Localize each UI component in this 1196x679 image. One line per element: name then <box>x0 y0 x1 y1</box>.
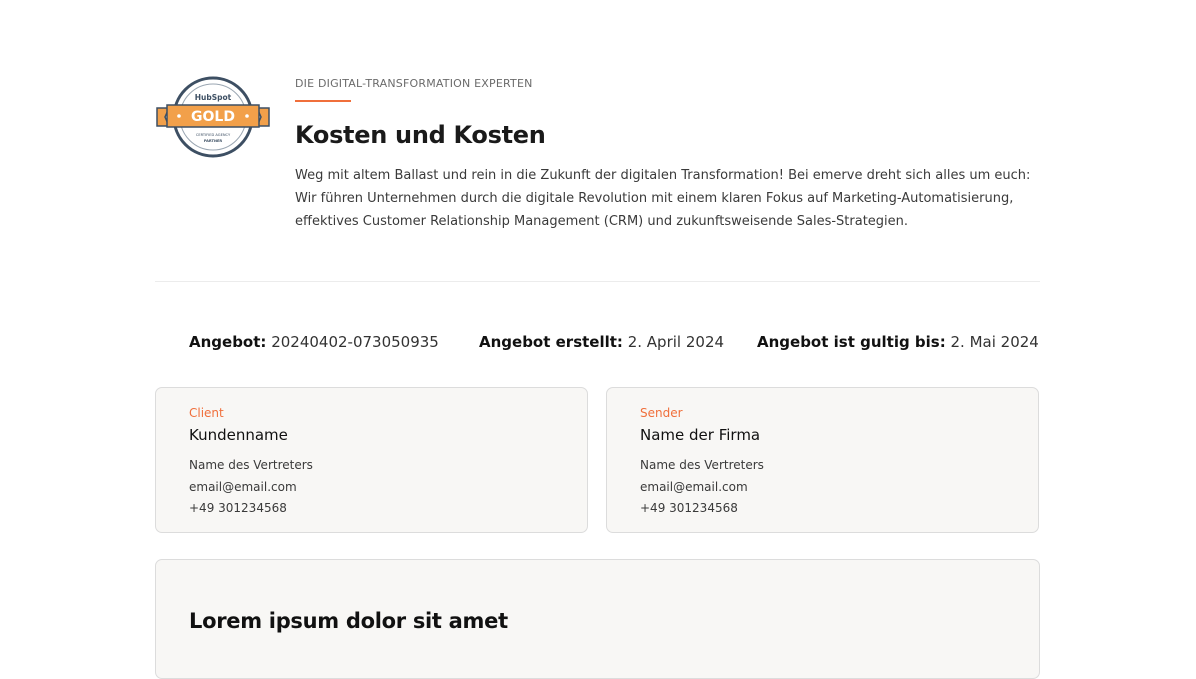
content-section-card: Lorem ipsum dolor sit amet <box>155 559 1040 679</box>
client-representative: Name des Vertreters <box>189 458 313 472</box>
intro-paragraph: Weg mit altem Ballast und rein in die Zu… <box>295 168 1031 229</box>
offer-number-label: Angebot: <box>189 333 267 351</box>
badge-brand: HubSpot <box>195 93 232 102</box>
page-title: Kosten und Kosten <box>295 121 546 149</box>
offer-number: Angebot: 20240402-073050935 <box>189 333 439 351</box>
client-tag: Client <box>189 406 224 420</box>
sender-representative: Name des Vertreters <box>640 458 764 472</box>
client-card: Client Kundenname Name des Vertreters em… <box>155 387 588 533</box>
sender-email[interactable]: email@email.com <box>640 480 748 494</box>
eyebrow-label: DIE DIGITAL-TRANSFORMATION EXPERTEN <box>295 77 533 90</box>
client-phone[interactable]: +49 301234568 <box>189 501 287 515</box>
client-name: Kundenname <box>189 426 288 444</box>
offer-created: Angebot erstellt: 2. April 2024 <box>479 333 724 351</box>
client-email[interactable]: email@email.com <box>189 480 297 494</box>
offer-valid-until: Angebot ist gultig bis: 2. Mai 2024 <box>757 333 1039 351</box>
offer-created-label: Angebot erstellt: <box>479 333 623 351</box>
sender-card: Sender Name der Firma Name des Vertreter… <box>606 387 1039 533</box>
badge-line2: PARTNER <box>204 139 223 143</box>
section-divider <box>155 281 1040 282</box>
hubspot-gold-partner-badge: HubSpot GOLD CERTIFIED AGENCY PARTNER <box>156 76 270 158</box>
badge-line1: CERTIFIED AGENCY <box>196 133 231 137</box>
sender-name: Name der Firma <box>640 426 761 444</box>
offer-valid-value: 2. Mai 2024 <box>950 333 1039 351</box>
offer-created-value: 2. April 2024 <box>627 333 725 351</box>
sender-phone[interactable]: +49 301234568 <box>640 501 738 515</box>
accent-underline <box>295 100 351 102</box>
offer-valid-label: Angebot ist gultig bis: <box>757 333 946 351</box>
sender-tag: Sender <box>640 406 683 420</box>
section-heading: Lorem ipsum dolor sit amet <box>189 609 508 633</box>
offer-number-value: 20240402-073050935 <box>271 333 439 351</box>
badge-level: GOLD <box>191 109 235 125</box>
